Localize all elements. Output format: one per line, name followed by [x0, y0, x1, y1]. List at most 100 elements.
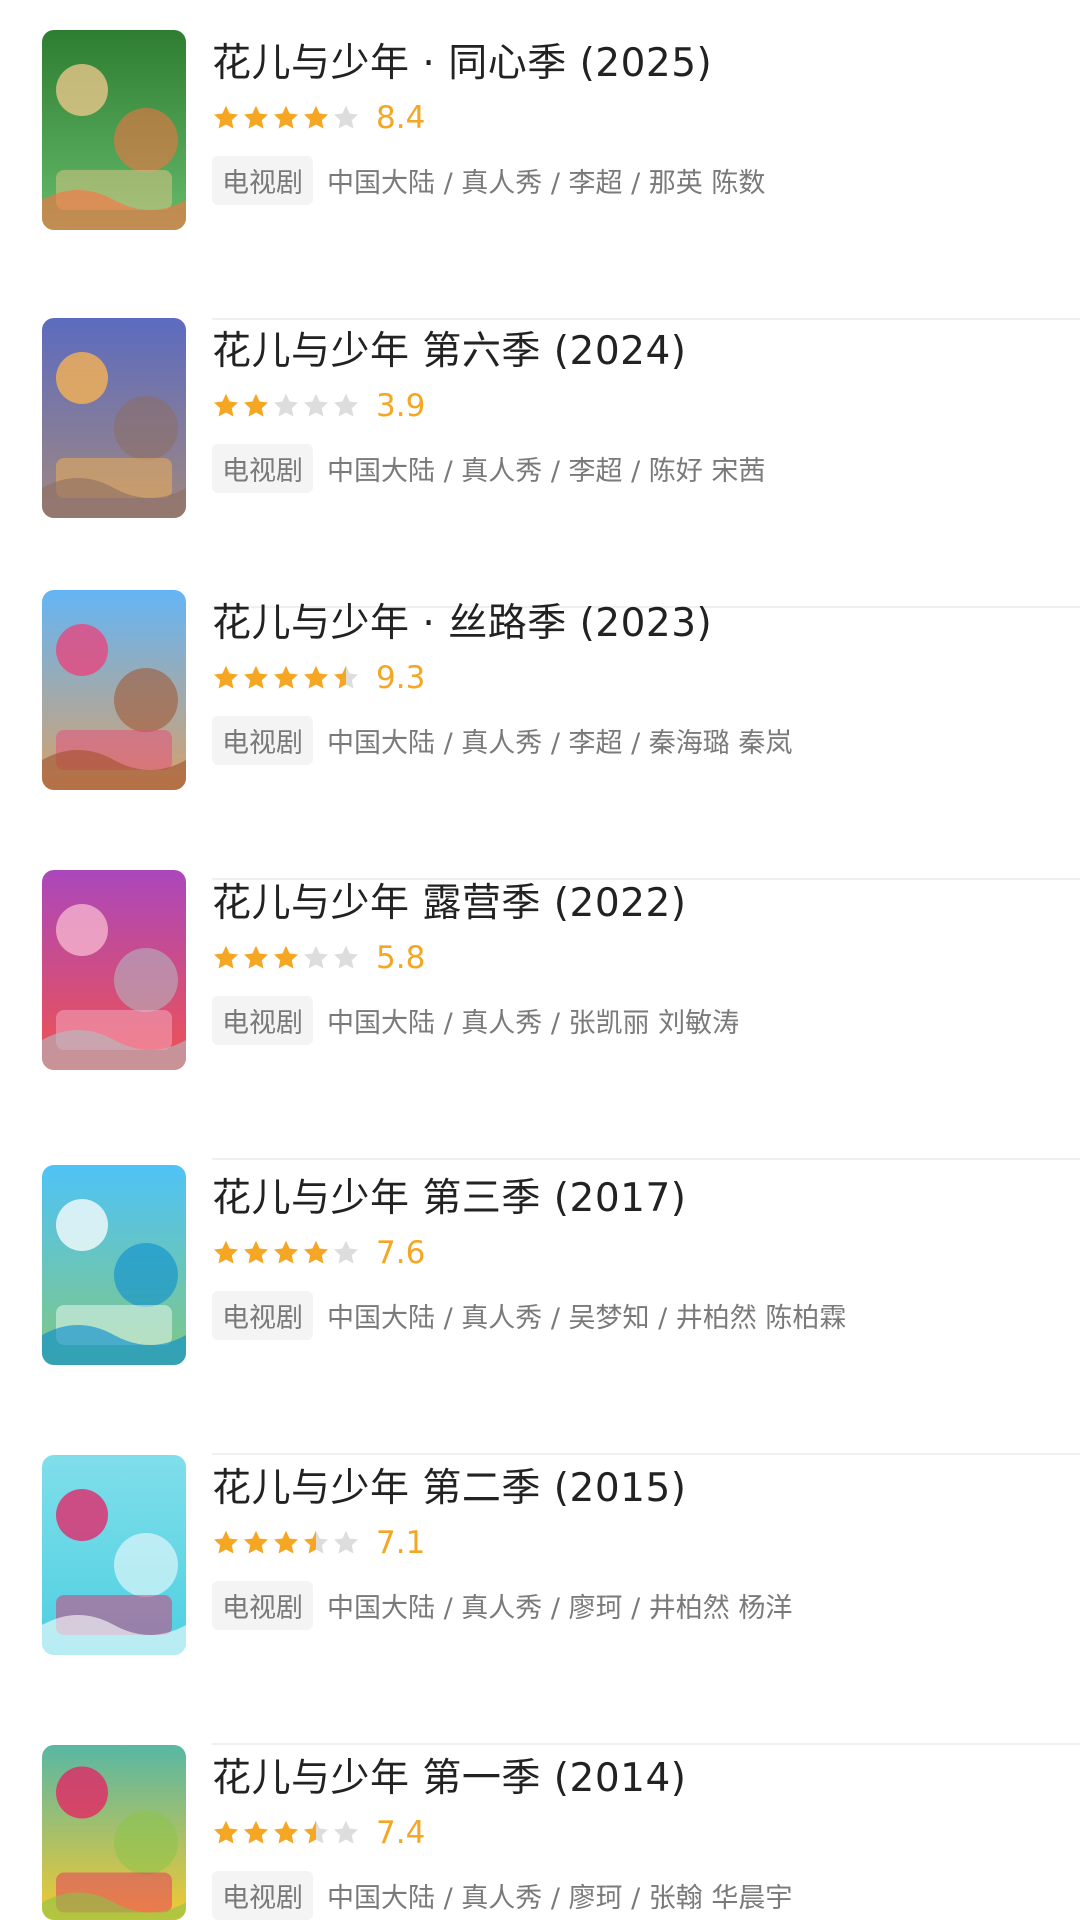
star-filled-icon	[243, 105, 269, 129]
star-filled-icon	[273, 665, 299, 689]
star-filled-icon	[213, 945, 239, 969]
star-filled-icon	[213, 1820, 239, 1844]
item-title[interactable]: 花儿与少年 第三季 (2017)	[212, 1167, 686, 1223]
star-filled-icon	[273, 1240, 299, 1264]
star-filled-icon	[243, 1530, 269, 1554]
list-item[interactable]: 花儿与少年 · 丝路季 (2023) 9.3 电视剧 中国大陆 / 真人秀 / …	[0, 590, 1080, 880]
star-rating	[212, 1529, 360, 1557]
item-title[interactable]: 花儿与少年 露营季 (2022)	[212, 872, 686, 928]
star-empty-icon	[333, 1530, 359, 1554]
rating-row: 7.6	[212, 1233, 425, 1273]
category-tag: 电视剧	[212, 715, 313, 765]
meta-row: 电视剧 中国大陆 / 真人秀 / 李超 / 秦海璐 秦岚	[212, 715, 792, 765]
rating-score: 9.3	[376, 660, 426, 696]
rating-row: 5.8	[212, 938, 425, 978]
star-rating	[212, 944, 360, 972]
list-item[interactable]: 花儿与少年 第六季 (2024) 3.9 电视剧 中国大陆 / 真人秀 / 李超…	[0, 318, 1080, 608]
category-tag: 电视剧	[212, 155, 313, 205]
poster-image[interactable]	[42, 870, 186, 1070]
star-empty-icon	[333, 1820, 359, 1844]
list-item[interactable]: 花儿与少年 露营季 (2022) 5.8 电视剧 中国大陆 / 真人秀 / 张凯…	[0, 870, 1080, 1160]
star-empty-icon	[273, 393, 299, 417]
star-rating	[212, 104, 360, 132]
rating-score: 7.6	[376, 1235, 426, 1271]
star-filled-icon	[273, 1530, 299, 1554]
star-empty-icon	[333, 945, 359, 969]
meta-row: 电视剧 中国大陆 / 真人秀 / 吴梦知 / 井柏然 陈柏霖	[212, 1290, 847, 1340]
star-filled-icon	[303, 1240, 329, 1264]
item-title[interactable]: 花儿与少年 第六季 (2024)	[212, 320, 686, 376]
rating-row: 8.4	[212, 98, 425, 138]
item-meta: 中国大陆 / 真人秀 / 李超 / 那英 陈数	[327, 167, 766, 199]
star-rating	[212, 392, 360, 420]
poster-art	[42, 1165, 186, 1365]
rating-score: 5.8	[376, 940, 426, 976]
divider	[212, 1158, 1080, 1160]
poster-art	[42, 1745, 186, 1920]
star-rating	[212, 1239, 360, 1267]
category-tag: 电视剧	[212, 1870, 313, 1920]
star-filled-icon	[243, 393, 269, 417]
star-filled-icon	[303, 105, 329, 129]
item-meta: 中国大陆 / 真人秀 / 张凯丽 刘敏涛	[327, 1007, 740, 1039]
star-empty-icon	[333, 1240, 359, 1264]
rating-score: 3.9	[376, 388, 426, 424]
meta-row: 电视剧 中国大陆 / 真人秀 / 张凯丽 刘敏涛	[212, 995, 740, 1045]
meta-row: 电视剧 中国大陆 / 真人秀 / 廖珂 / 张翰 华晨宇	[212, 1870, 793, 1920]
rating-row: 3.9	[212, 386, 425, 426]
meta-row: 电视剧 中国大陆 / 真人秀 / 廖珂 / 井柏然 杨洋	[212, 1580, 793, 1630]
list-item[interactable]: 花儿与少年 第三季 (2017) 7.6 电视剧 中国大陆 / 真人秀 / 吴梦…	[0, 1165, 1080, 1455]
item-title[interactable]: 花儿与少年 · 同心季 (2025)	[212, 32, 712, 88]
star-rating	[212, 1819, 360, 1847]
star-rating	[212, 664, 360, 692]
star-filled-icon	[243, 1240, 269, 1264]
star-empty-icon	[333, 105, 359, 129]
item-meta: 中国大陆 / 真人秀 / 吴梦知 / 井柏然 陈柏霖	[327, 1302, 847, 1334]
item-meta: 中国大陆 / 真人秀 / 廖珂 / 井柏然 杨洋	[327, 1592, 793, 1624]
star-empty-icon	[303, 393, 329, 417]
star-half-icon	[303, 1820, 329, 1844]
poster-image[interactable]	[42, 30, 186, 230]
star-filled-icon	[213, 393, 239, 417]
star-half-icon	[333, 665, 359, 689]
rating-row: 7.1	[212, 1523, 425, 1563]
poster-art	[42, 318, 186, 518]
rating-score: 7.1	[376, 1525, 426, 1561]
star-filled-icon	[213, 1530, 239, 1554]
star-filled-icon	[273, 105, 299, 129]
poster-image[interactable]	[42, 1745, 186, 1920]
list-item[interactable]: 花儿与少年 第二季 (2015) 7.1 电视剧 中国大陆 / 真人秀 / 廖珂…	[0, 1455, 1080, 1745]
item-title[interactable]: 花儿与少年 第二季 (2015)	[212, 1457, 686, 1513]
rating-row: 7.4	[212, 1813, 425, 1853]
star-empty-icon	[333, 393, 359, 417]
star-filled-icon	[213, 665, 239, 689]
meta-row: 电视剧 中国大陆 / 真人秀 / 李超 / 陈好 宋茜	[212, 443, 766, 493]
list-item[interactable]: 花儿与少年 · 同心季 (2025) 8.4 电视剧 中国大陆 / 真人秀 / …	[0, 30, 1080, 320]
star-filled-icon	[273, 1820, 299, 1844]
poster-art	[42, 870, 186, 1070]
category-tag: 电视剧	[212, 995, 313, 1045]
poster-art	[42, 30, 186, 230]
star-half-icon	[303, 1530, 329, 1554]
star-empty-icon	[303, 945, 329, 969]
meta-row: 电视剧 中国大陆 / 真人秀 / 李超 / 那英 陈数	[212, 155, 766, 205]
list-item[interactable]: 花儿与少年 第一季 (2014) 7.4 电视剧 中国大陆 / 真人秀 / 廖珂…	[0, 1745, 1080, 1920]
poster-image[interactable]	[42, 1165, 186, 1365]
item-title[interactable]: 花儿与少年 第一季 (2014)	[212, 1747, 686, 1803]
poster-art	[42, 1455, 186, 1655]
star-filled-icon	[213, 1240, 239, 1264]
item-meta: 中国大陆 / 真人秀 / 廖珂 / 张翰 华晨宇	[327, 1882, 793, 1914]
rating-score: 7.4	[376, 1815, 426, 1851]
item-meta: 中国大陆 / 真人秀 / 李超 / 陈好 宋茜	[327, 455, 766, 487]
star-filled-icon	[213, 105, 239, 129]
poster-image[interactable]	[42, 590, 186, 790]
star-filled-icon	[243, 665, 269, 689]
star-filled-icon	[243, 945, 269, 969]
star-filled-icon	[273, 945, 299, 969]
item-title[interactable]: 花儿与少年 · 丝路季 (2023)	[212, 592, 712, 648]
poster-image[interactable]	[42, 318, 186, 518]
rating-score: 8.4	[376, 100, 426, 136]
category-tag: 电视剧	[212, 1290, 313, 1340]
poster-image[interactable]	[42, 1455, 186, 1655]
poster-art	[42, 590, 186, 790]
